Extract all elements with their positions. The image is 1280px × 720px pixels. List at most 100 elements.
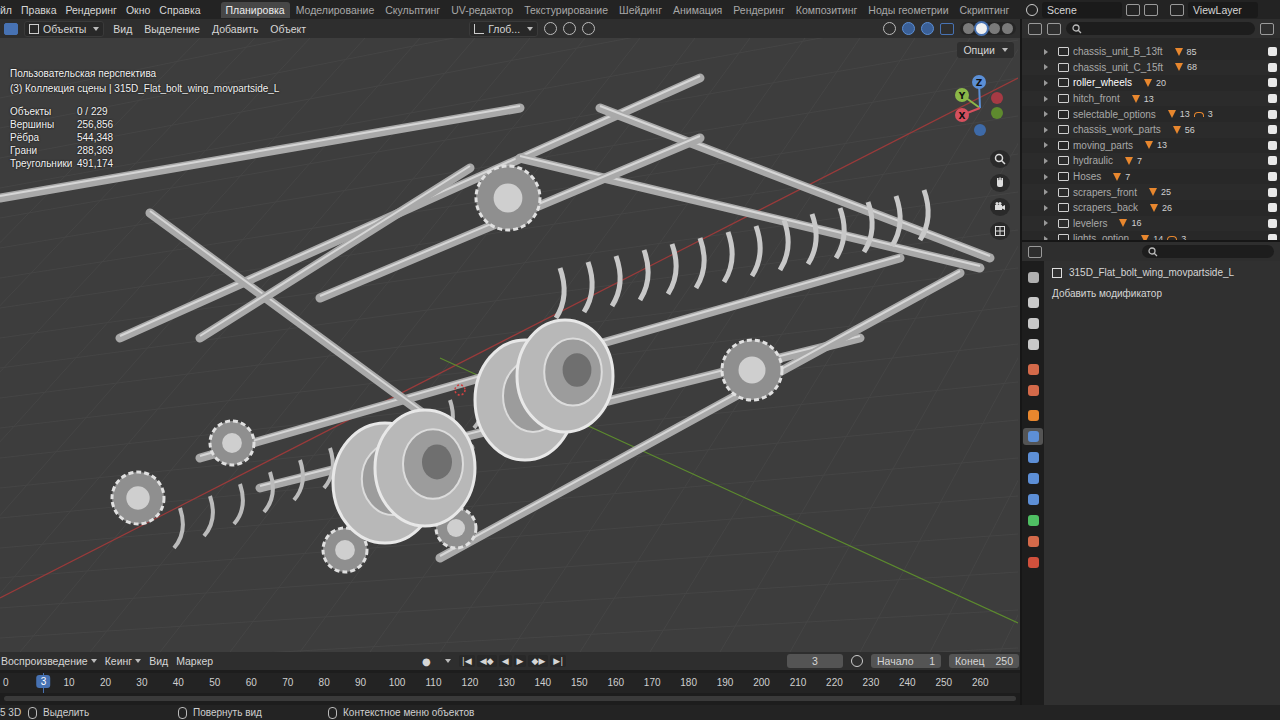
properties-tab[interactable]	[1023, 470, 1043, 487]
properties-tab[interactable]	[1023, 269, 1043, 286]
playhead[interactable]: 3	[37, 675, 51, 688]
shading-mode-button[interactable]	[989, 23, 1000, 34]
outliner-item[interactable]: levelers 16	[1022, 216, 1280, 232]
properties-tab[interactable]	[1023, 533, 1043, 550]
shading-mode-button[interactable]	[1002, 23, 1013, 34]
frame-ruler[interactable]: 0102030405060708090100110120130140150160…	[0, 673, 1020, 693]
outliner-search[interactable]	[1066, 22, 1255, 35]
record-button[interactable]: ●	[419, 655, 434, 668]
properties-tab[interactable]	[1023, 294, 1043, 311]
copy-icon[interactable]	[1126, 4, 1140, 16]
expand-icon[interactable]	[1044, 220, 1048, 226]
workspace-tab[interactable]: UV-редактор	[446, 2, 518, 18]
timeline-menu-item[interactable]: Воспроизведение	[1, 655, 97, 667]
playback-button[interactable]: ◀◆	[477, 655, 497, 667]
expand-icon[interactable]	[1044, 205, 1048, 211]
outliner-item[interactable]: hitch_front 13	[1022, 91, 1280, 107]
expand-icon[interactable]	[1044, 49, 1048, 55]
expand-icon[interactable]	[1044, 96, 1048, 102]
expand-icon[interactable]	[1044, 127, 1048, 133]
outliner-item[interactable]: selectable_options 13 3	[1022, 106, 1280, 122]
menu-item[interactable]: Справка	[159, 4, 200, 16]
exclude-checkbox[interactable]	[1268, 156, 1277, 165]
navigation-gizmo[interactable]: YZX	[950, 72, 1016, 138]
menu-item[interactable]: Окно	[126, 4, 150, 16]
exclude-checkbox[interactable]	[1268, 203, 1277, 212]
camera-icon[interactable]	[990, 198, 1010, 216]
end-frame-field[interactable]: Конец250	[949, 654, 1019, 668]
playback-button[interactable]: ▶|	[550, 655, 566, 667]
properties-tab[interactable]	[1023, 336, 1043, 353]
transform-orientation-dropdown[interactable]: Глоб...	[469, 21, 538, 37]
shading-mode-button[interactable]	[963, 23, 974, 34]
properties-tab[interactable]	[1023, 361, 1043, 378]
workspace-tab[interactable]: Скриптинг	[955, 2, 1015, 18]
expand-icon[interactable]	[1044, 174, 1048, 180]
add-modifier-button[interactable]: Добавить модификатор	[1052, 286, 1272, 301]
exclude-checkbox[interactable]	[1268, 110, 1277, 119]
current-frame-field[interactable]: 3	[787, 654, 843, 668]
viewport-menu-item[interactable]: Вид	[110, 23, 135, 35]
expand-icon[interactable]	[1044, 142, 1048, 148]
outliner-item[interactable]: Hoses 7	[1022, 169, 1280, 185]
exclude-checkbox[interactable]	[1268, 234, 1277, 240]
outliner-item[interactable]: scrapers_front 25	[1022, 184, 1280, 200]
exclude-checkbox[interactable]	[1268, 125, 1277, 134]
shading-mode-button[interactable]	[976, 23, 987, 34]
exclude-checkbox[interactable]	[1268, 94, 1277, 103]
menu-item[interactable]: йл	[0, 4, 12, 16]
playback-button[interactable]: ◀	[499, 655, 512, 667]
properties-tab[interactable]	[1023, 315, 1043, 332]
record-dropdown[interactable]	[445, 659, 451, 663]
properties-tab[interactable]	[1023, 491, 1043, 508]
outliner-item[interactable]: chassis_unit_C_15ft 68	[1022, 60, 1280, 76]
outliner-item[interactable]: roller_wheels 20	[1022, 75, 1280, 91]
overlay-icon[interactable]	[921, 22, 934, 35]
playback-button[interactable]: |◀	[459, 655, 475, 667]
exclude-checkbox[interactable]	[1268, 172, 1277, 181]
properties-tab[interactable]	[1023, 449, 1043, 466]
clock-icon[interactable]	[851, 655, 863, 667]
mode-dropdown[interactable]: Объекты	[24, 21, 104, 37]
timeline-menu-item[interactable]: Маркер	[176, 655, 213, 667]
outliner-item[interactable]: scrapers_back 26	[1022, 200, 1280, 216]
expand-icon[interactable]	[1044, 80, 1048, 86]
proportional-icon[interactable]	[582, 22, 595, 35]
workspace-tab[interactable]: Моделирование	[291, 2, 380, 18]
expand-icon[interactable]	[1044, 236, 1048, 240]
scene-field[interactable]: Scene	[1042, 2, 1122, 18]
visibility-icon[interactable]	[883, 22, 896, 35]
playback-button[interactable]: ◆▶	[528, 655, 548, 667]
properties-tab[interactable]	[1023, 382, 1043, 399]
workspace-tab[interactable]: Ноды геометрии	[863, 2, 953, 18]
playback-button[interactable]: ▶	[514, 655, 527, 667]
view-layer-icon[interactable]	[1170, 4, 1184, 16]
menu-item[interactable]: Правка	[21, 4, 56, 16]
viewport-menu-item[interactable]: Объект	[267, 23, 309, 35]
properties-search[interactable]	[1142, 245, 1274, 258]
expand-icon[interactable]	[1044, 158, 1048, 164]
exclude-checkbox[interactable]	[1268, 63, 1277, 72]
outliner-item[interactable]: moving_parts 13	[1022, 138, 1280, 154]
editor-type-icon[interactable]	[1028, 246, 1042, 258]
workspace-tab[interactable]: Анимация	[668, 2, 727, 18]
outliner-item[interactable]: hydraulic 7	[1022, 153, 1280, 169]
viewport-menu-item[interactable]: Добавить	[209, 23, 261, 35]
exclude-checkbox[interactable]	[1268, 47, 1277, 56]
workspace-tab[interactable]: Скульптинг	[380, 2, 445, 18]
outliner-item[interactable]: chassis_unit_B_13ft 85	[1022, 44, 1280, 60]
expand-icon[interactable]	[1044, 64, 1048, 70]
timeline-menu-item[interactable]: Кеинг	[105, 655, 141, 667]
zoom-icon[interactable]	[990, 150, 1010, 168]
properties-tab[interactable]	[1023, 407, 1043, 424]
expand-icon[interactable]	[1044, 189, 1048, 195]
viewport-canvas[interactable]: Пользовательская перспектива (3) Коллекц…	[0, 38, 1020, 652]
display-mode-icon[interactable]	[1047, 23, 1061, 35]
timeline-scrollbar[interactable]	[4, 696, 1016, 703]
menu-item[interactable]: Рендеринг	[65, 4, 116, 16]
gizmo-icon[interactable]	[902, 22, 915, 35]
workspace-tab[interactable]: Текстурирование	[519, 2, 613, 18]
editor-type-icon[interactable]	[1028, 23, 1042, 35]
timeline-menu-item[interactable]: Вид	[149, 655, 168, 667]
options-button[interactable]: Опции	[957, 42, 1014, 58]
